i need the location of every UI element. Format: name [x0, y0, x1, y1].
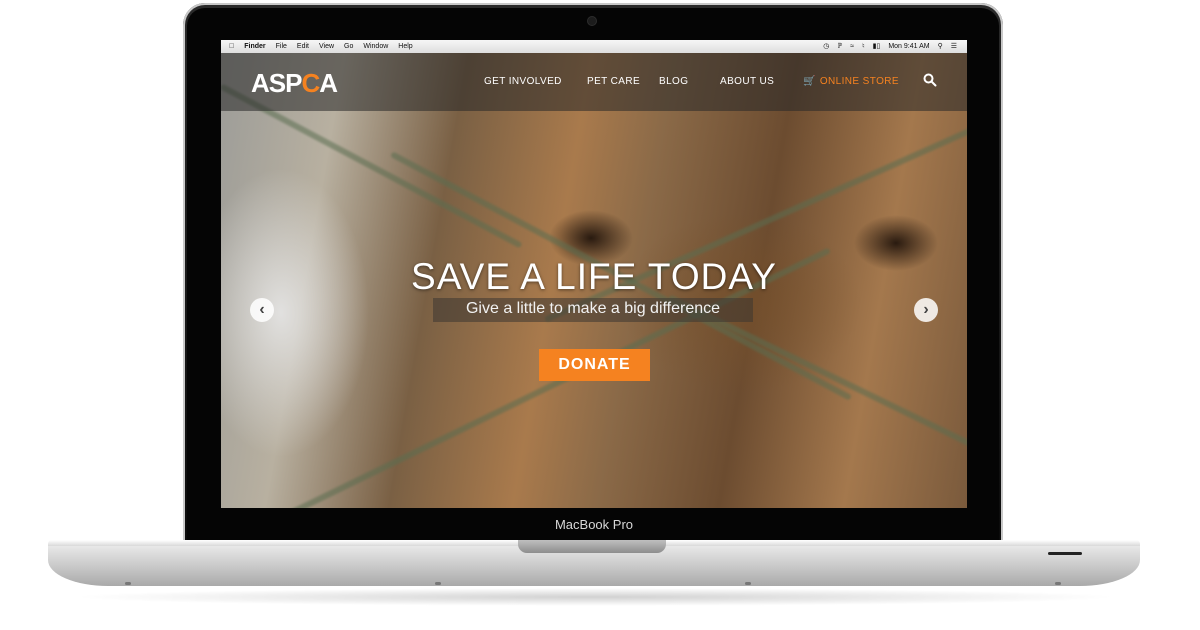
- sleep-indicator: [1048, 552, 1082, 555]
- online-store-label: ONLINE STORE: [819, 76, 899, 87]
- camera-icon: [588, 17, 596, 25]
- chevron-right-icon: ›: [923, 301, 929, 318]
- menu-view[interactable]: View: [319, 40, 334, 53]
- nav-online-store[interactable]: 🛒 ONLINE STORE: [803, 76, 899, 87]
- nav-get-involved[interactable]: GET INVOLVED: [484, 76, 562, 87]
- carousel-prev-button[interactable]: ‹: [250, 298, 274, 322]
- donate-button[interactable]: DONATE: [539, 349, 650, 381]
- logo-text: A: [319, 68, 338, 98]
- menu-go[interactable]: Go: [344, 40, 353, 53]
- time-machine-icon[interactable]: ◷: [823, 40, 829, 53]
- logo-accent: C: [301, 68, 320, 98]
- menu-finder[interactable]: Finder: [244, 40, 265, 53]
- menu-file[interactable]: File: [276, 40, 287, 53]
- model-label: MacBook Pro: [554, 517, 634, 532]
- mac-menubar:  Finder File Edit View Go Window Help ◷…: [221, 40, 967, 53]
- hero-headline: SAVE A LIFE TODAY: [411, 256, 777, 297]
- chevron-left-icon: ‹: [259, 301, 265, 318]
- menu-window[interactable]: Window: [363, 40, 388, 53]
- cart-icon: 🛒: [803, 76, 816, 87]
- menubar-clock[interactable]: Mon 9:41 AM: [888, 40, 929, 53]
- volume-icon[interactable]: ♮: [862, 40, 865, 53]
- menu-edit[interactable]: Edit: [297, 40, 309, 53]
- bluetooth-icon[interactable]: ℙ: [837, 40, 842, 53]
- wifi-icon[interactable]: ≈: [850, 40, 854, 53]
- base-foot: [1055, 582, 1061, 585]
- search-icon[interactable]: [923, 73, 937, 87]
- battery-icon[interactable]: ▮▯: [873, 40, 881, 53]
- base-foot: [125, 582, 131, 585]
- lid-opening-notch: [518, 540, 666, 553]
- laptop-shadow: [70, 588, 1120, 606]
- aspca-logo[interactable]: ASPCA: [251, 68, 338, 99]
- base-foot: [435, 582, 441, 585]
- nav-pet-care[interactable]: PET CARE: [587, 76, 640, 87]
- base-foot: [745, 582, 751, 585]
- apple-icon[interactable]: : [229, 40, 234, 53]
- logo-text: ASP: [251, 68, 302, 98]
- nav-blog[interactable]: BLOG: [659, 76, 688, 87]
- screen:  Finder File Edit View Go Window Help ◷…: [221, 40, 967, 508]
- spotlight-icon[interactable]: ⚲: [938, 40, 943, 53]
- carousel-next-button[interactable]: ›: [914, 298, 938, 322]
- nav-about-us[interactable]: ABOUT US: [720, 76, 774, 87]
- notification-center-icon[interactable]: ☰: [951, 40, 957, 53]
- hero-subtitle: Give a little to make a big difference: [465, 300, 721, 317]
- menu-help[interactable]: Help: [398, 40, 412, 53]
